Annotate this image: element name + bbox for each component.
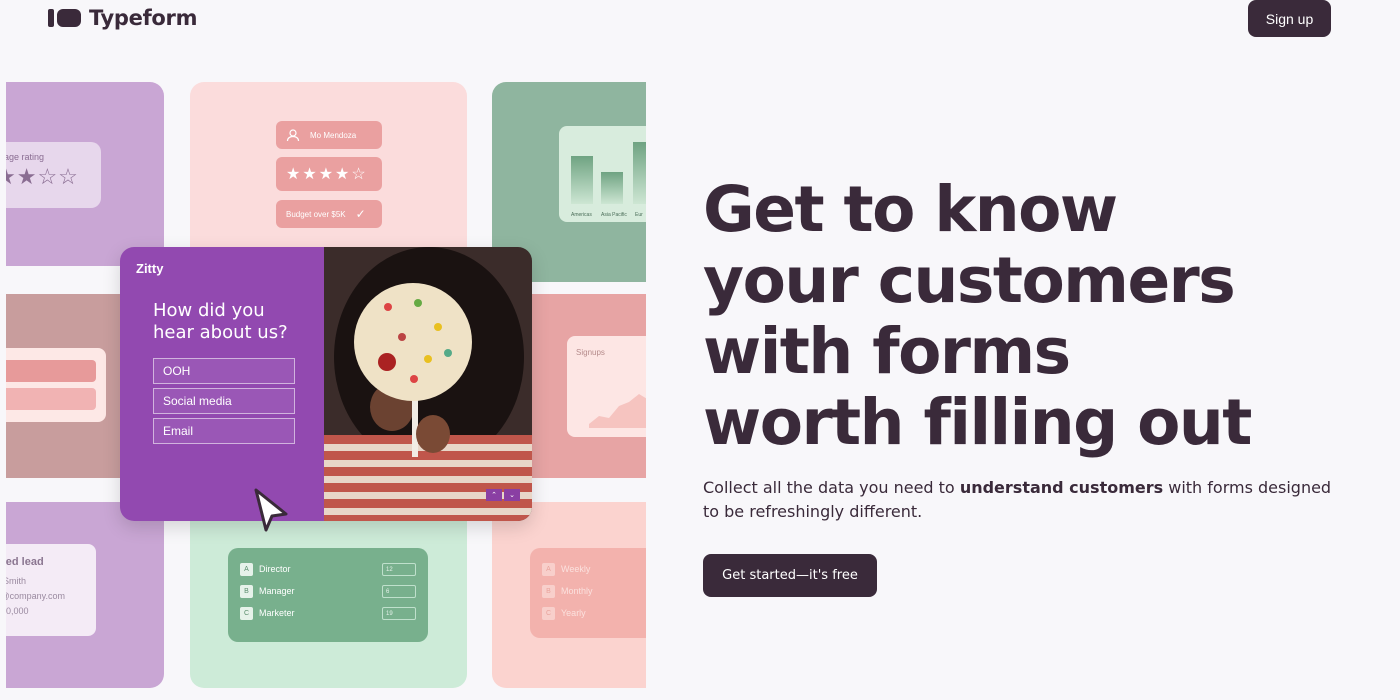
hero-title-line: your customers (703, 244, 1236, 317)
chart-label: Americas (571, 212, 592, 218)
candy-dot (444, 349, 452, 357)
hero-subtitle: Collect all the data you need to underst… (703, 476, 1333, 524)
candy-dot (424, 355, 432, 363)
choice-row: A Director 12 (240, 558, 416, 580)
form-option[interactable]: Email (153, 418, 295, 444)
candy-dot (384, 303, 392, 311)
photo-hand (416, 415, 450, 453)
signups-area-chart (589, 394, 646, 428)
lead-amount: $10,000 (6, 606, 29, 616)
choice-label: Monthly (561, 586, 593, 596)
choice-key: C (542, 606, 555, 620)
choice-label: Yearly (561, 608, 586, 618)
lead-name: y Smith (6, 576, 27, 586)
candy-dot (414, 299, 422, 307)
role-choices-card: A Director 12 B Manager 6 C Marketer 19 (228, 548, 428, 642)
frequency-choices-card: A Weekly B Monthly C Yearly (530, 548, 646, 638)
chart-label: Asia Pacific (601, 212, 627, 218)
subtitle-text: Collect all the data you need to (703, 478, 960, 497)
choice-key: B (240, 584, 253, 598)
sample-form-card: Zitty How did you hear about us? OOH Soc… (120, 247, 532, 521)
star-rating-card: ★★★★☆ (276, 157, 382, 191)
candy-dot (410, 375, 418, 383)
hero-title-line: Get to know (703, 173, 1118, 246)
cursor-icon (254, 488, 288, 532)
typeform-logo-icon (48, 9, 81, 27)
profile-name: Mo Mendoza (310, 130, 357, 140)
choice-label: Director (259, 564, 291, 574)
choice-row: A Weekly (542, 558, 646, 580)
choice-count: 12 (382, 562, 416, 576)
choice-row: B Monthly (542, 580, 646, 602)
choice-key: B (542, 584, 555, 598)
rating-stars: ★★☆☆ (6, 164, 79, 189)
candy-dot (434, 323, 442, 331)
choice-row: B Manager 6 (240, 580, 416, 602)
progress-bars-card (6, 348, 106, 422)
user-icon (286, 129, 300, 142)
chevron-up-icon[interactable]: ⌃ (486, 489, 502, 501)
form-nav: ⌃ ⌄ (486, 489, 520, 501)
budget-card: Budget over $5K ✓ (276, 200, 382, 228)
budget-label: Budget over $5K (286, 209, 346, 219)
chart-bar (571, 156, 593, 204)
form-option[interactable]: OOH (153, 358, 295, 384)
form-question: How did you hear about us? (153, 300, 288, 343)
region-chart-card: Americas Asia Pacific Eur (559, 126, 646, 222)
hero-title-line: with forms (703, 315, 1071, 388)
lead-title: ified lead (6, 556, 44, 568)
chart-bar (633, 142, 646, 204)
average-rating-card: erage rating ★★☆☆ (6, 142, 101, 208)
hero-title: Get to know your customers with forms wo… (703, 173, 1252, 459)
chart-label: Eur (635, 212, 643, 218)
rating-label: erage rating (6, 152, 45, 162)
chart-bar (601, 172, 623, 204)
choice-row: C Marketer 19 (240, 602, 416, 624)
choice-key: C (240, 606, 253, 620)
form-option[interactable]: Social media (153, 388, 295, 414)
subtitle-emphasis: understand customers (959, 478, 1164, 497)
qualified-lead-card: ified lead y Smith y@company.com $10,000 (6, 544, 96, 636)
lead-email: y@company.com (6, 591, 65, 601)
typeform-logo[interactable]: Typeform (48, 6, 198, 30)
choice-label: Marketer (259, 608, 295, 618)
choice-key: A (240, 562, 253, 576)
candy-star (378, 353, 396, 371)
form-photo: ⌃ ⌄ (324, 247, 532, 521)
star-rating: ★★★★☆ (286, 166, 368, 183)
choice-count: 6 (382, 584, 416, 598)
form-brand: Zitty (136, 261, 164, 276)
form-question-panel: Zitty How did you hear about us? OOH Soc… (120, 247, 324, 521)
profile-card: Mo Mendoza (276, 121, 382, 149)
check-icon: ✓ (355, 207, 366, 221)
lollipop (354, 283, 472, 401)
chevron-down-icon[interactable]: ⌄ (504, 489, 520, 501)
sign-up-button[interactable]: Sign up (1248, 0, 1331, 37)
hero-title-line: worth filling out (703, 386, 1252, 459)
get-started-button[interactable]: Get started—it's free (703, 554, 877, 597)
choice-label: Manager (259, 586, 295, 596)
choice-row: C Yearly (542, 602, 646, 624)
choice-key: A (542, 562, 555, 576)
brand-name: Typeform (89, 6, 198, 30)
progress-bar (6, 360, 96, 382)
choice-label: Weekly (561, 564, 591, 574)
progress-bar (6, 388, 96, 410)
signups-card: Signups (567, 336, 646, 437)
candy-dot (398, 333, 406, 341)
choice-count: 19 (382, 606, 416, 620)
